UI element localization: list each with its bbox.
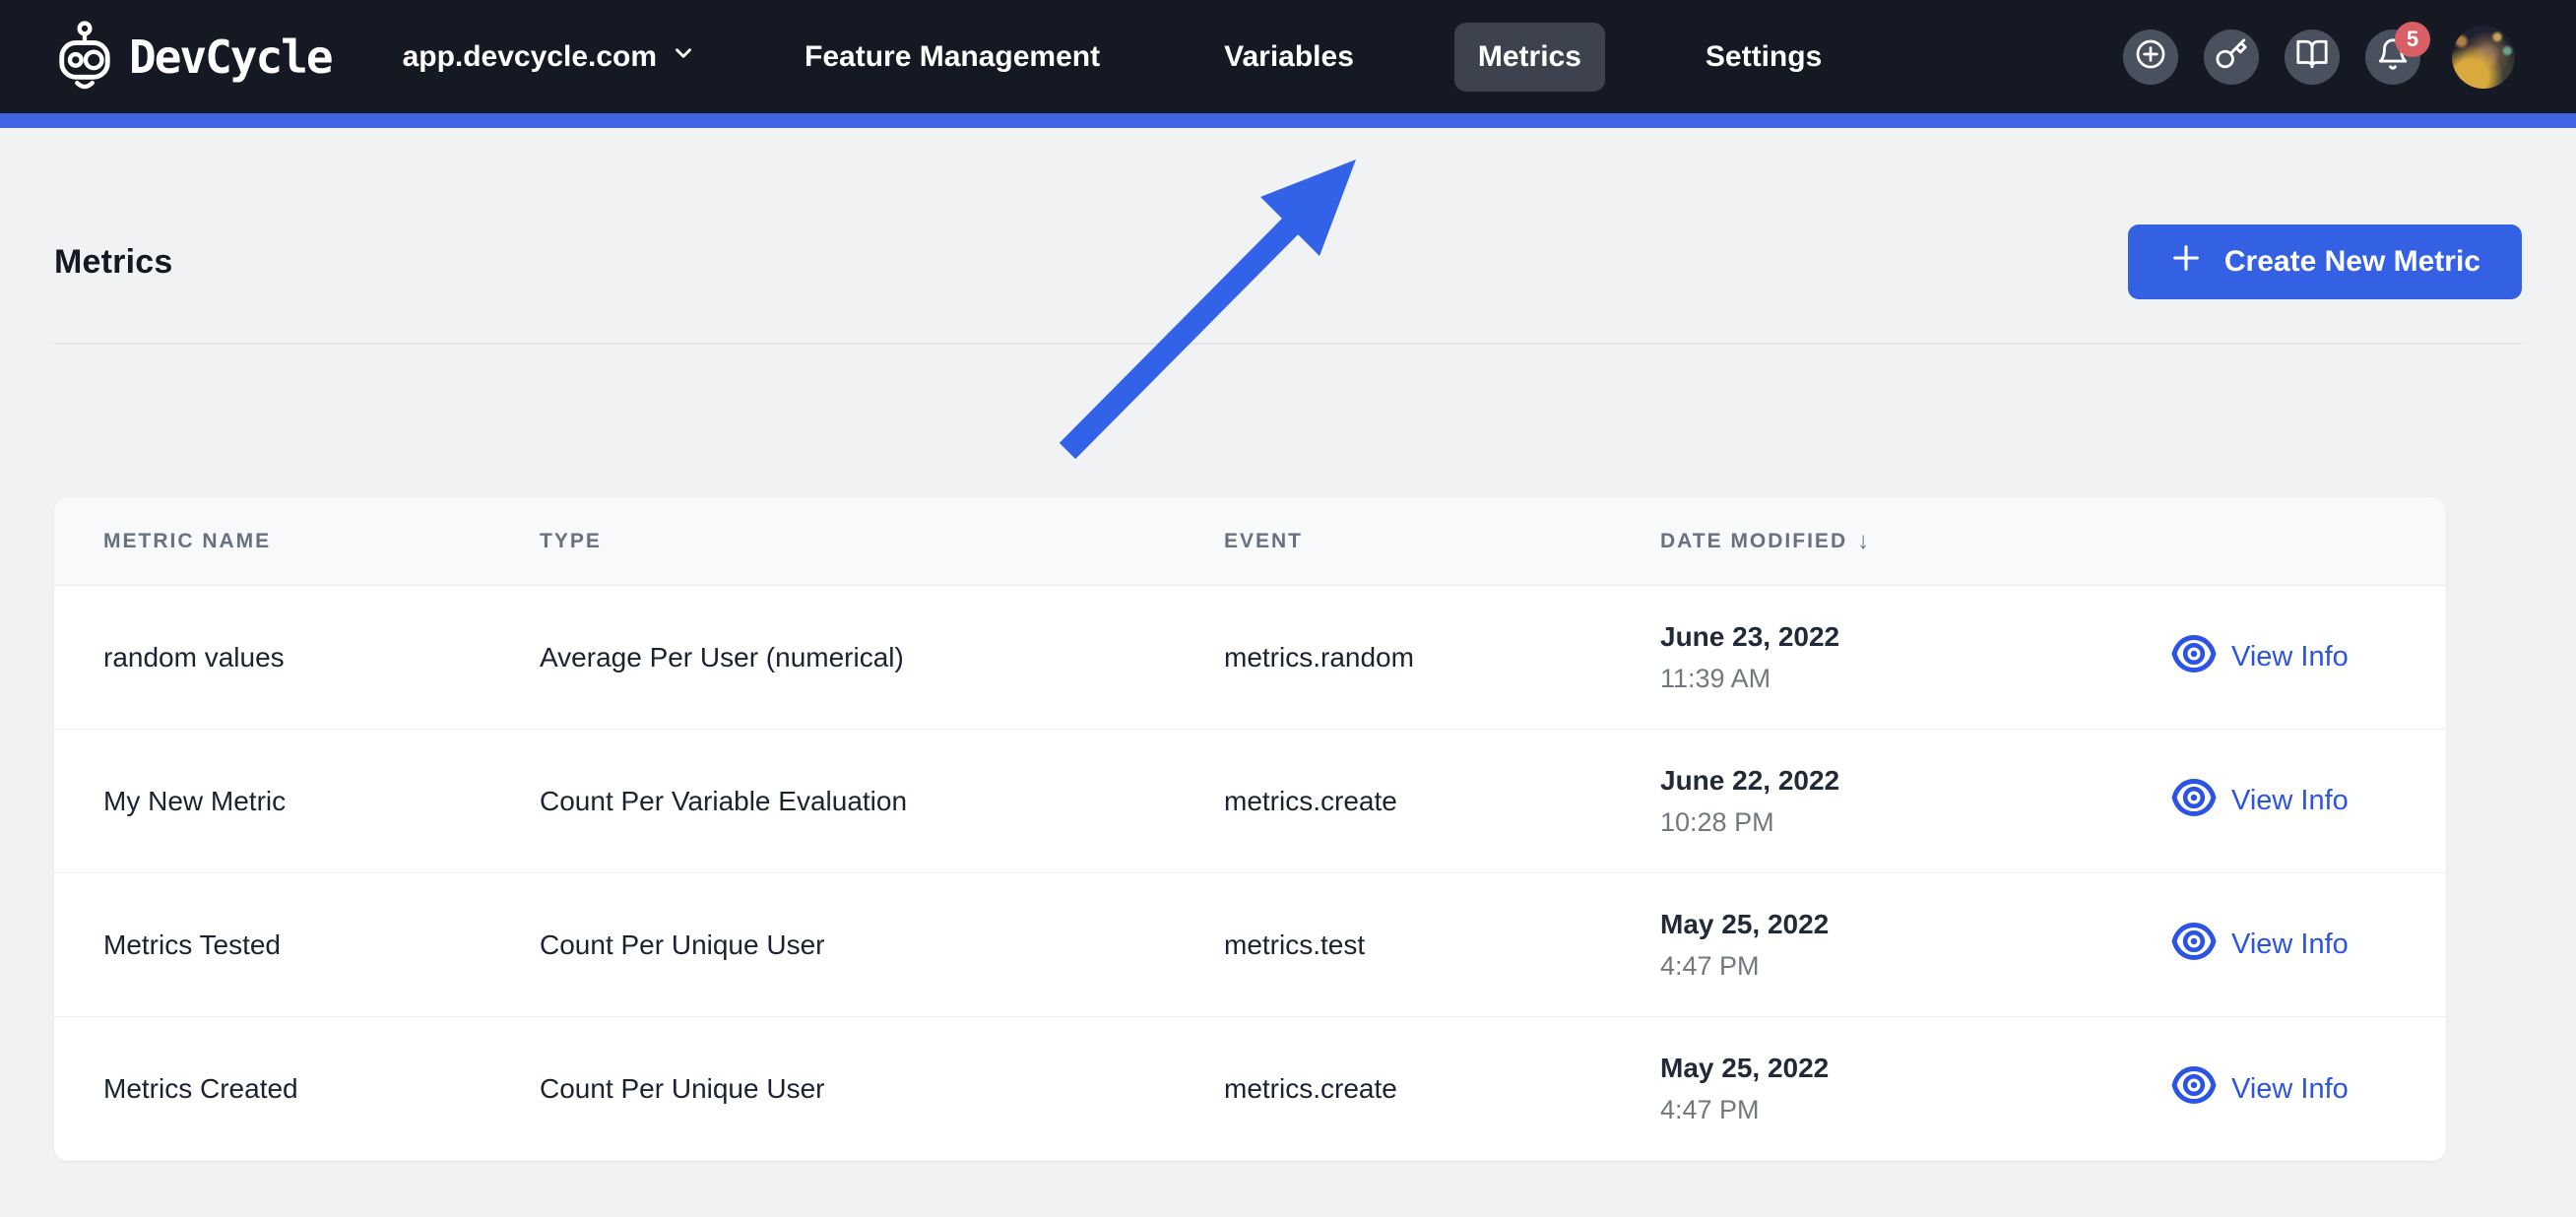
- date-modified-cell: June 22, 2022 10:28 PM: [1660, 765, 2171, 838]
- nav-link-variables[interactable]: Variables: [1200, 23, 1378, 92]
- column-header-event[interactable]: Event: [1224, 530, 1660, 553]
- add-button[interactable]: [2123, 29, 2178, 85]
- table-row-metrics-created: Metrics Created Count Per Unique User metr…: [54, 1017, 2446, 1161]
- nav-links: Feature Management Variables Metrics Settin…: [781, 22, 1845, 92]
- eye-icon: [2171, 631, 2217, 684]
- brand-logo[interactable]: DevCycle: [54, 20, 334, 94]
- time-text: 4:47 PM: [1660, 1095, 1760, 1124]
- docs-button[interactable]: [2285, 29, 2340, 85]
- nav-link-feature-management[interactable]: Feature Management: [781, 23, 1124, 92]
- table-row-my-new-metric: My New Metric Count Per Variable Evaluati…: [54, 730, 2446, 873]
- table-row-random-values: random values Average Per User (numerical…: [54, 586, 2446, 730]
- create-new-metric-button[interactable]: Create New Metric: [2127, 224, 2522, 299]
- metric-event-cell: metrics.create: [1224, 785, 1397, 816]
- metric-type-cell: Count Per Unique User: [540, 1073, 825, 1104]
- eye-icon: [2171, 1062, 2217, 1116]
- navbar-actions: 5: [2123, 21, 2515, 89]
- date-modified-cell: May 25, 2022 4:47 PM: [1660, 1053, 2171, 1125]
- create-new-metric-label: Create New Metric: [2223, 245, 2480, 278]
- nav-link-metrics[interactable]: Metrics: [1453, 22, 1605, 92]
- header-divider: [54, 343, 2522, 345]
- time-text: 10:28 PM: [1660, 806, 1774, 837]
- nav-link-settings[interactable]: Settings: [1682, 23, 1845, 92]
- view-info-label: View Info: [2231, 929, 2349, 960]
- brand-name: DevCycle: [129, 30, 334, 84]
- main-content: Metrics Create New Metric Metric Name Typ…: [0, 224, 2576, 1161]
- top-navbar: DevCycle app.devcycle.com Feature Manage…: [0, 0, 2576, 113]
- metric-name-cell: My New Metric: [103, 785, 287, 816]
- accent-strip: [0, 113, 2576, 128]
- date-text: May 25, 2022: [1660, 908, 1830, 939]
- page-header: Metrics Create New Metric: [54, 224, 2522, 299]
- time-text: 11:39 AM: [1660, 663, 1771, 693]
- view-info-link[interactable]: View Info: [2171, 775, 2349, 828]
- metric-name-cell: Metrics Created: [103, 1073, 298, 1104]
- sort-descending-icon: ↓: [1857, 527, 1870, 554]
- column-header-type[interactable]: Type: [540, 530, 1224, 553]
- view-info-label: View Info: [2231, 785, 2349, 816]
- notification-badge: 5: [2395, 21, 2430, 57]
- view-info-link[interactable]: View Info: [2171, 1062, 2349, 1116]
- page-title: Metrics: [54, 242, 173, 281]
- column-header-date-modified[interactable]: Date Modified ↓: [1660, 528, 2171, 555]
- view-info-label: View Info: [2231, 641, 2349, 673]
- time-text: 4:47 PM: [1660, 950, 1760, 981]
- book-open-icon: [2295, 37, 2329, 76]
- eye-icon: [2171, 919, 2217, 972]
- key-icon: [2215, 37, 2248, 76]
- date-modified-cell: May 25, 2022 4:47 PM: [1660, 909, 2171, 982]
- column-header-label: Metric Name: [103, 529, 272, 552]
- column-header-label: Event: [1224, 529, 1304, 552]
- metric-type-cell: Count Per Variable Evaluation: [540, 785, 908, 816]
- metrics-table: Metric Name Type Event Date Modified ↓ rando…: [54, 497, 2446, 1161]
- metric-name-cell: Metrics Tested: [103, 929, 281, 960]
- table-header-row: Metric Name Type Event Date Modified ↓: [54, 497, 2446, 586]
- view-info-label: View Info: [2231, 1072, 2349, 1105]
- table-body: random values Average Per User (numerical…: [54, 586, 2446, 1161]
- date-text: June 23, 2022: [1660, 620, 1840, 652]
- date-modified-cell: June 23, 2022 11:39 AM: [1660, 621, 2171, 694]
- plus-circle-icon: [2134, 37, 2167, 76]
- api-keys-button[interactable]: [2204, 29, 2259, 85]
- table-row-metrics-tested: Metrics Tested Count Per Unique User metri…: [54, 873, 2446, 1017]
- metric-type-cell: Average Per User (numerical): [540, 641, 904, 673]
- eye-icon: [2171, 775, 2217, 828]
- chevron-down-icon: [671, 40, 696, 74]
- plus-icon: [2169, 241, 2203, 283]
- view-info-link[interactable]: View Info: [2171, 919, 2349, 972]
- avatar[interactable]: [2452, 25, 2515, 89]
- column-header-label: Type: [540, 529, 602, 552]
- metric-event-cell: metrics.random: [1224, 641, 1414, 673]
- metric-type-cell: Count Per Unique User: [540, 929, 825, 960]
- column-header-label: Date Modified: [1660, 529, 1848, 552]
- notifications-button[interactable]: 5: [2365, 21, 2430, 85]
- metric-event-cell: metrics.test: [1224, 929, 1366, 960]
- column-header-metric-name[interactable]: Metric Name: [103, 530, 540, 553]
- date-text: June 22, 2022: [1660, 764, 1840, 796]
- date-text: May 25, 2022: [1660, 1053, 1830, 1083]
- org-selector-label: app.devcycle.com: [402, 39, 658, 73]
- org-selector[interactable]: app.devcycle.com: [403, 40, 696, 74]
- devcycle-robot-icon: [54, 20, 115, 94]
- view-info-link[interactable]: View Info: [2171, 631, 2349, 684]
- metric-name-cell: random values: [103, 641, 285, 673]
- metric-event-cell: metrics.create: [1224, 1073, 1397, 1104]
